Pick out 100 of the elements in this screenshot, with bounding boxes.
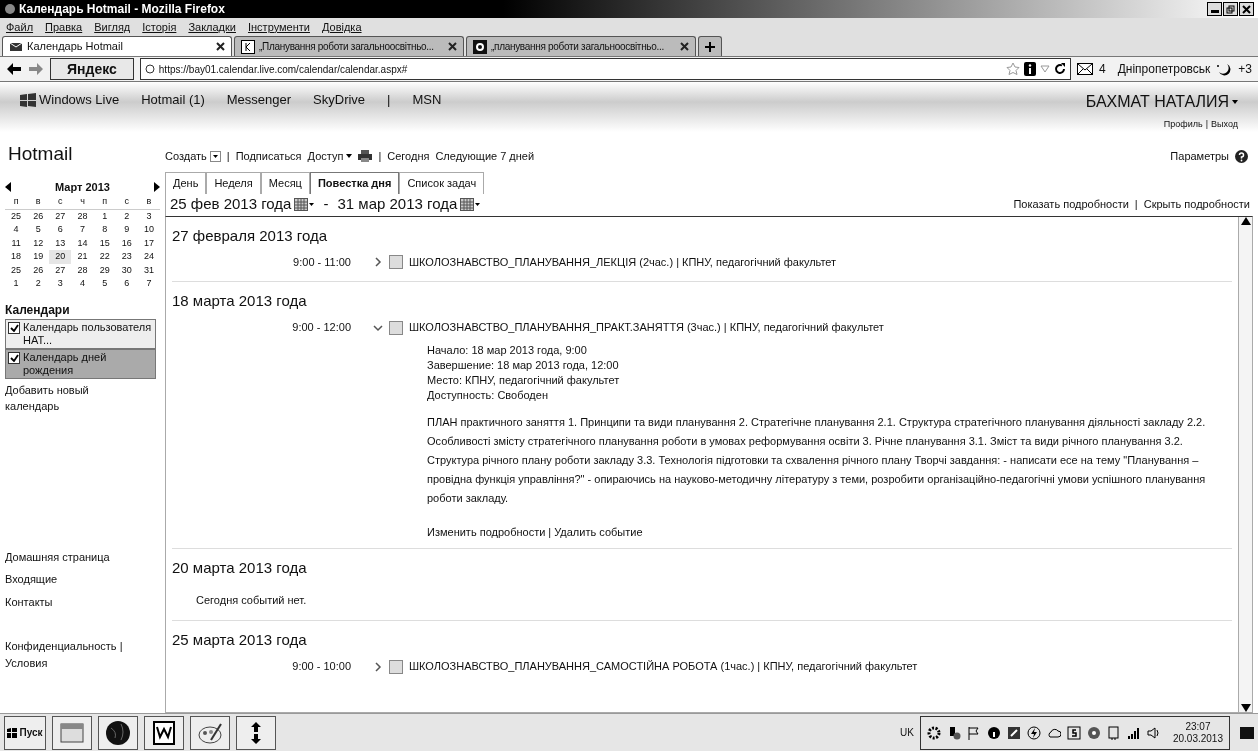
view-tab[interactable]: День xyxy=(165,172,207,194)
range-start[interactable]: 25 фев 2013 года xyxy=(170,193,292,216)
calendar-item[interactable]: Календарь пользователя НАТ... xyxy=(5,318,156,349)
close-icon[interactable] xyxy=(680,42,689,51)
app-title[interactable]: Hotmail xyxy=(8,140,160,169)
hide-details-link[interactable]: Скрыть подробности xyxy=(1143,196,1250,213)
letter-s-icon[interactable] xyxy=(1066,725,1081,740)
menu-item[interactable]: Довідка xyxy=(321,18,362,36)
event-checkbox[interactable] xyxy=(389,320,403,335)
lightning-icon[interactable] xyxy=(1026,725,1041,740)
forward-arrow-icon[interactable] xyxy=(28,62,44,76)
calendar-day[interactable]: 2 xyxy=(27,277,50,291)
view-tab[interactable]: Список задач xyxy=(399,172,485,194)
taskbar-button[interactable] xyxy=(52,715,92,750)
chevron-right-icon[interactable] xyxy=(373,257,383,267)
menu-item[interactable]: Файл xyxy=(6,18,34,36)
checkbox[interactable] xyxy=(8,351,20,364)
range-end[interactable]: 31 мар 2013 года xyxy=(337,193,458,216)
browser-tab[interactable]: „планування роботи загальноосвітньо... xyxy=(466,36,696,56)
header-link[interactable]: Messenger xyxy=(226,90,292,110)
calendar-day[interactable]: 5 xyxy=(27,223,50,237)
windows-logo-icon[interactable] xyxy=(20,92,36,107)
today-link[interactable]: Сегодня xyxy=(387,147,430,165)
new-tab-button[interactable] xyxy=(698,36,722,56)
browser-tab[interactable]: Календарь Hotmail xyxy=(2,36,232,56)
view-tab[interactable]: Неделя xyxy=(206,172,261,194)
calendar-day[interactable]: 6 xyxy=(115,277,138,291)
taskbar-button[interactable] xyxy=(190,715,230,750)
menu-item[interactable]: Закладки xyxy=(188,18,236,36)
sidebar-link[interactable]: Домашняя страница xyxy=(5,548,160,565)
monitor-icon[interactable] xyxy=(1006,725,1021,740)
taskbar-button[interactable] xyxy=(98,715,138,750)
calendar-day[interactable]: 26 xyxy=(27,263,50,277)
calendar-day[interactable]: 28 xyxy=(71,263,94,277)
chevron-down-icon[interactable] xyxy=(373,322,383,333)
calendar-day[interactable]: 13 xyxy=(49,236,72,250)
calendar-day[interactable]: 12 xyxy=(27,236,50,250)
restore-button[interactable] xyxy=(1223,2,1238,16)
start-button[interactable]: Пуск xyxy=(4,715,46,750)
calendar-day[interactable]: 4 xyxy=(71,277,94,291)
user-link[interactable]: Профиль xyxy=(1163,118,1203,132)
event-title[interactable]: ШКОЛОЗНАВСТВО_ПЛАНУВАННЯ_ЛЕКЦІЯ (2час.) | КПНУ, педагогічний факультет xyxy=(409,253,837,271)
menu-item[interactable]: Правка xyxy=(45,18,83,36)
calendar-day[interactable]: 27 xyxy=(49,263,72,277)
previous-month-icon[interactable] xyxy=(5,181,11,192)
calendar-day[interactable]: 24 xyxy=(137,250,160,264)
event-title[interactable]: ШКОЛОЗНАВСТВО_ПЛАНУВАННЯ_САМОСТІЙНА РОБОТА (1час.) | КПНУ, педагогічний факультет xyxy=(409,658,918,675)
next-days-link[interactable]: Следующие 7 дней xyxy=(435,147,535,165)
close-button[interactable] xyxy=(1239,2,1254,16)
calendar-day[interactable]: 30 xyxy=(115,263,138,277)
create-button[interactable]: Создать xyxy=(165,147,221,165)
help-icon[interactable] xyxy=(1235,149,1248,163)
menu-item[interactable]: Вигляд xyxy=(94,18,131,36)
date-picker-button[interactable] xyxy=(460,197,481,212)
close-icon[interactable] xyxy=(216,42,225,51)
clock-date[interactable]: 20.03.2013 xyxy=(1172,732,1223,745)
gear-icon[interactable] xyxy=(926,725,941,740)
calendar-day[interactable]: 1 xyxy=(93,209,116,223)
event-checkbox[interactable] xyxy=(389,659,403,674)
show-desktop-button[interactable] xyxy=(1240,726,1254,739)
calendar-day[interactable]: 6 xyxy=(49,223,72,237)
calendar-day[interactable]: 19 xyxy=(27,250,50,264)
calendar-day[interactable]: 7 xyxy=(137,277,160,291)
calendar-day[interactable]: 26 xyxy=(27,209,50,223)
date-picker-button[interactable] xyxy=(294,197,315,212)
calendar-item[interactable]: Календарь дней рождения xyxy=(5,348,156,379)
add-calendar-link[interactable]: Добавить новый календарь xyxy=(5,381,105,415)
clock-time[interactable]: 23:07 xyxy=(1185,720,1211,733)
taskbar-button[interactable] xyxy=(236,715,276,750)
language-indicator[interactable]: UK xyxy=(900,725,914,740)
calendar-day[interactable]: 18 xyxy=(5,250,28,264)
checkbox[interactable] xyxy=(8,321,20,334)
footer-link[interactable]: Условия xyxy=(5,654,160,671)
calendar-day[interactable]: 4 xyxy=(5,223,28,237)
sidebar-link[interactable]: Входящие xyxy=(5,571,160,588)
event-action-link[interactable]: Изменить подробности xyxy=(427,523,546,540)
back-arrow-icon[interactable] xyxy=(6,62,22,76)
view-tab[interactable]: Месяц xyxy=(260,172,310,194)
event-action-link[interactable]: Удалить событие xyxy=(554,523,643,540)
calendar-day[interactable]: 8 xyxy=(93,223,116,237)
calendar-day[interactable]: 28 xyxy=(71,209,94,223)
info-icon[interactable] xyxy=(1024,62,1036,76)
calendar-day[interactable]: 3 xyxy=(137,209,160,223)
subscribe-link[interactable]: Подписаться xyxy=(235,147,302,165)
event-checkbox[interactable] xyxy=(389,255,403,269)
user-link[interactable]: Выход xyxy=(1211,118,1238,132)
calendar-day[interactable]: 22 xyxy=(93,250,116,264)
taskbar-button[interactable] xyxy=(144,715,184,750)
calendar-day[interactable]: 10 xyxy=(137,223,160,237)
header-link[interactable]: SkyDrive xyxy=(313,90,366,110)
calendar-day[interactable]: 25 xyxy=(5,209,28,223)
show-details-link[interactable]: Показать подробности xyxy=(1013,196,1129,213)
header-link[interactable]: Hotmail (1) xyxy=(141,90,205,110)
calendar-day[interactable]: 17 xyxy=(137,236,160,250)
signal-icon[interactable] xyxy=(1126,725,1141,740)
star-icon[interactable] xyxy=(1006,62,1020,76)
speaker-icon[interactable] xyxy=(1146,725,1161,740)
calendar-day[interactable]: 29 xyxy=(93,263,116,277)
next-month-icon[interactable] xyxy=(154,181,160,192)
browser-tab[interactable]: „Планування роботи загальноосвітньо... xyxy=(234,36,464,56)
